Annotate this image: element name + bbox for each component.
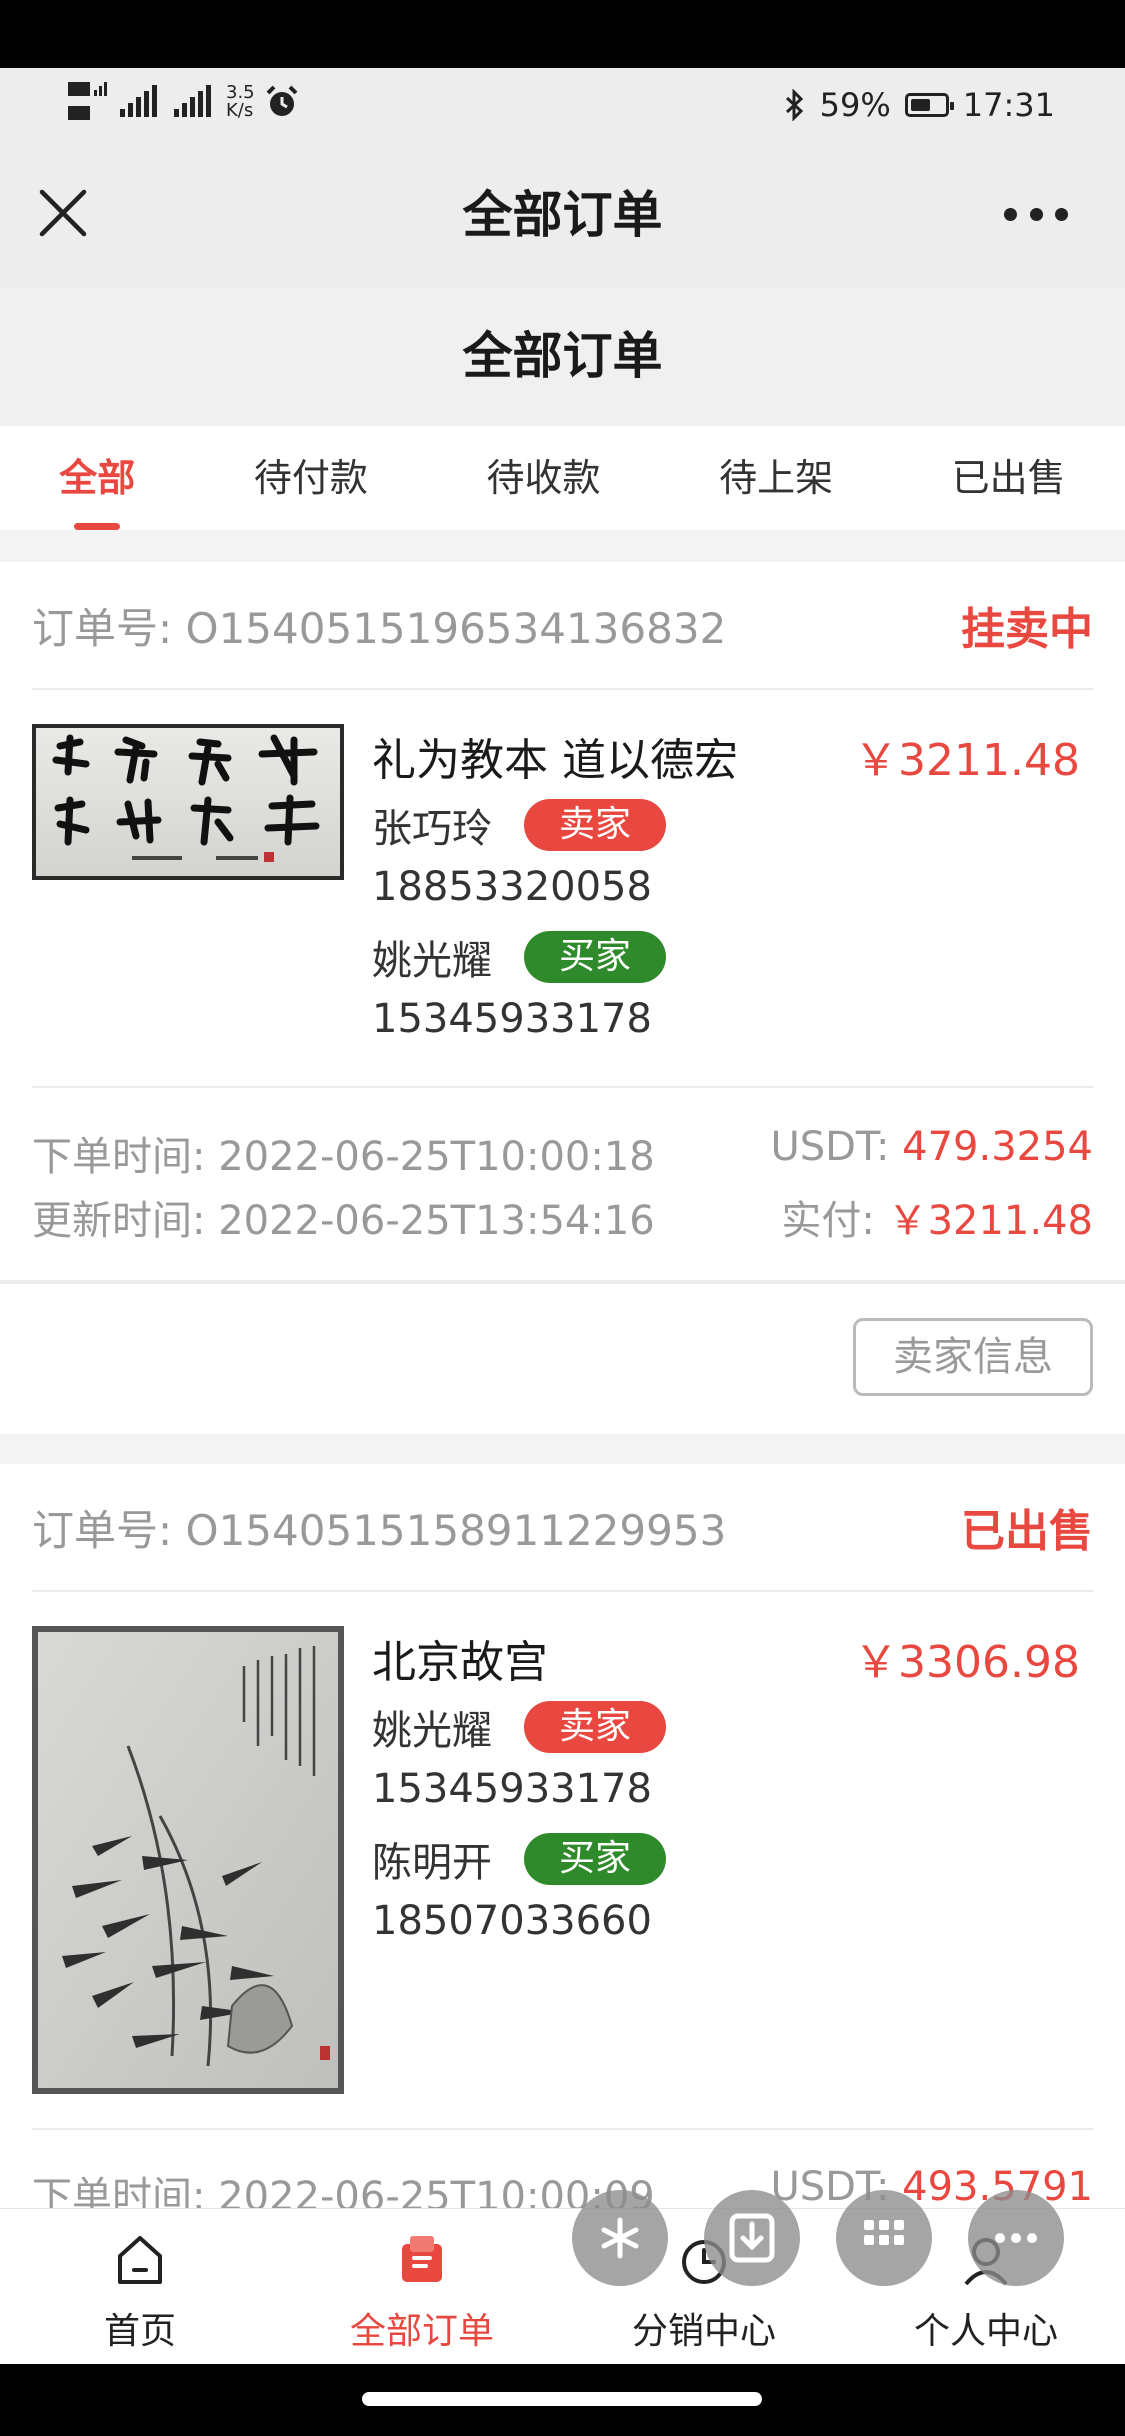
status-right: 59% 17:31 — [784, 86, 1055, 124]
nav-label: 全部订单 — [349, 2311, 494, 2352]
usdt-label: USDT: — [770, 1124, 890, 1170]
floating-button[interactable] — [968, 2190, 1064, 2286]
nav-home[interactable]: 首页 — [20, 2230, 260, 2354]
floating-button[interactable] — [836, 2190, 932, 2286]
order-header: 订单号: O1540515196534136832 挂卖中 — [32, 562, 1093, 690]
paid-amount: 实付: ￥3211.48 — [781, 1188, 1093, 1246]
seller-badge: 卖家 — [524, 799, 666, 851]
seller-phone: 18853320058 — [372, 864, 652, 910]
tab-pending-payment[interactable]: 待付款 — [254, 426, 368, 530]
order-card[interactable]: 订单号: O1540515158911229953 已出售 北京故宫 ￥3306… — [0, 1464, 1125, 2220]
order-number: 订单号: O1540515196534136832 — [32, 595, 726, 656]
buyer-row: 陈明开 买家 — [372, 1830, 666, 1888]
orders-icon — [402, 2236, 442, 2282]
update-time-row: 更新时间: 2022-06-25T13:54:16 实付: ￥3211.48 — [32, 1188, 1093, 1246]
order-card[interactable]: 订单号: O1540515196534136832 挂卖中 礼为教本 道以德宏 … — [0, 562, 1125, 1434]
order-time-label: 下单时间: — [32, 1134, 206, 1180]
buyer-badge: 买家 — [524, 931, 666, 983]
seller-row: 张巧玲 卖家 — [372, 796, 666, 854]
floating-button[interactable] — [704, 2190, 800, 2286]
order-number-value: O1540515158911229953 — [185, 1505, 727, 1555]
battery-icon — [904, 93, 954, 117]
grid-icon — [864, 2220, 904, 2245]
tab-sold[interactable]: 已出售 — [952, 426, 1066, 530]
cell-signal-icon — [120, 85, 157, 117]
order-time-row: 下单时间: 2022-06-25T10:00:18 USDT: 479.3254 — [32, 1124, 1093, 1182]
network-indicators: 3.5 K/s — [68, 78, 299, 126]
download-icon — [729, 2213, 775, 2263]
nav-label: 个人中心 — [913, 2311, 1058, 2352]
window-title: 全部订单 — [462, 186, 663, 244]
clock: 17:31 — [962, 86, 1055, 124]
divider — [32, 1086, 1093, 1088]
product-price: ￥3306.98 — [854, 1637, 1080, 1688]
seller-info-button[interactable]: 卖家信息 — [853, 1318, 1093, 1396]
update-time-label: 更新时间: — [32, 1198, 206, 1244]
more-icon — [995, 2233, 1037, 2243]
section-divider — [0, 1280, 1125, 1284]
network-speed: 3.5 K/s — [226, 82, 255, 121]
seller-badge: 卖家 — [524, 1701, 666, 1753]
spark-icon — [601, 2217, 639, 2259]
paid-label: 实付: — [781, 1198, 875, 1244]
buyer-phone: 15345933178 — [372, 996, 652, 1042]
tab-all[interactable]: 全部 — [59, 426, 135, 530]
divider — [32, 2128, 1093, 2130]
floating-button[interactable] — [572, 2190, 668, 2286]
usdt-value: 479.3254 — [902, 1124, 1093, 1170]
order-number-label: 订单号: — [32, 1505, 173, 1555]
more-options-icon[interactable] — [1004, 200, 1068, 228]
product-image[interactable] — [32, 1626, 344, 2094]
home-indicator[interactable] — [362, 2392, 762, 2406]
tab-label: 已出售 — [951, 456, 1066, 500]
seller-row: 姚光耀 卖家 — [372, 1698, 666, 1756]
buyer-badge: 买家 — [524, 1833, 666, 1885]
usdt-amount: USDT: 479.3254 — [770, 1124, 1093, 1182]
buyer-name: 陈明开 — [372, 1840, 492, 1886]
order-time-value: 2022-06-25T10:00:18 — [218, 1134, 655, 1180]
order-number-value: O1540515196534136832 — [185, 603, 727, 653]
order-number-label: 订单号: — [32, 603, 173, 653]
home-icon — [118, 2236, 162, 2284]
active-tab-indicator — [74, 523, 121, 530]
update-time: 更新时间: 2022-06-25T13:54:16 — [32, 1188, 655, 1246]
order-status: 挂卖中 — [961, 604, 1093, 655]
nav-label: 分销中心 — [631, 2311, 776, 2352]
tab-label: 待上架 — [719, 456, 834, 500]
product-image[interactable] — [32, 724, 344, 880]
nav-orders[interactable]: 全部订单 — [302, 2230, 542, 2354]
page-title: 全部订单 — [462, 327, 663, 385]
sim-signal-icon — [68, 82, 107, 120]
top-bezel — [0, 0, 1125, 68]
tab-label: 待付款 — [253, 456, 368, 500]
nav-label: 首页 — [103, 2311, 176, 2352]
bluetooth-icon — [785, 89, 803, 121]
tab-pending-receipt[interactable]: 待收款 — [486, 426, 600, 530]
seller-phone: 15345933178 — [372, 1766, 652, 1812]
battery-percent: 59% — [819, 86, 891, 124]
buyer-name: 姚光耀 — [372, 938, 492, 984]
paid-value: ￥3211.48 — [887, 1198, 1093, 1244]
order-status: 已出售 — [961, 1506, 1093, 1557]
update-time-value: 2022-06-25T13:54:16 — [218, 1198, 655, 1244]
product-name: 礼为教本 道以德宏 — [372, 735, 738, 786]
seller-name: 张巧玲 — [372, 806, 492, 852]
tab-label: 全部 — [59, 456, 136, 500]
cell-signal-icon-2 — [174, 85, 211, 117]
tab-label: 待收款 — [486, 456, 601, 500]
product-name: 北京故宫 — [372, 1637, 548, 1688]
seller-name: 姚光耀 — [372, 1708, 492, 1754]
buyer-row: 姚光耀 买家 — [372, 928, 666, 986]
alarm-icon — [266, 85, 298, 116]
buyer-phone: 18507033660 — [372, 1898, 652, 1944]
order-header: 订单号: O1540515158911229953 已出售 — [32, 1464, 1093, 1592]
order-tabs: 全部 待付款 待收款 待上架 已出售 — [0, 426, 1125, 530]
home-indicator-bar — [0, 2364, 1125, 2436]
product-price: ￥3211.48 — [854, 735, 1080, 786]
order-number: 订单号: O1540515158911229953 — [32, 1497, 726, 1558]
order-time: 下单时间: 2022-06-25T10:00:18 — [32, 1124, 655, 1182]
tab-pending-listing[interactable]: 待上架 — [719, 426, 833, 530]
